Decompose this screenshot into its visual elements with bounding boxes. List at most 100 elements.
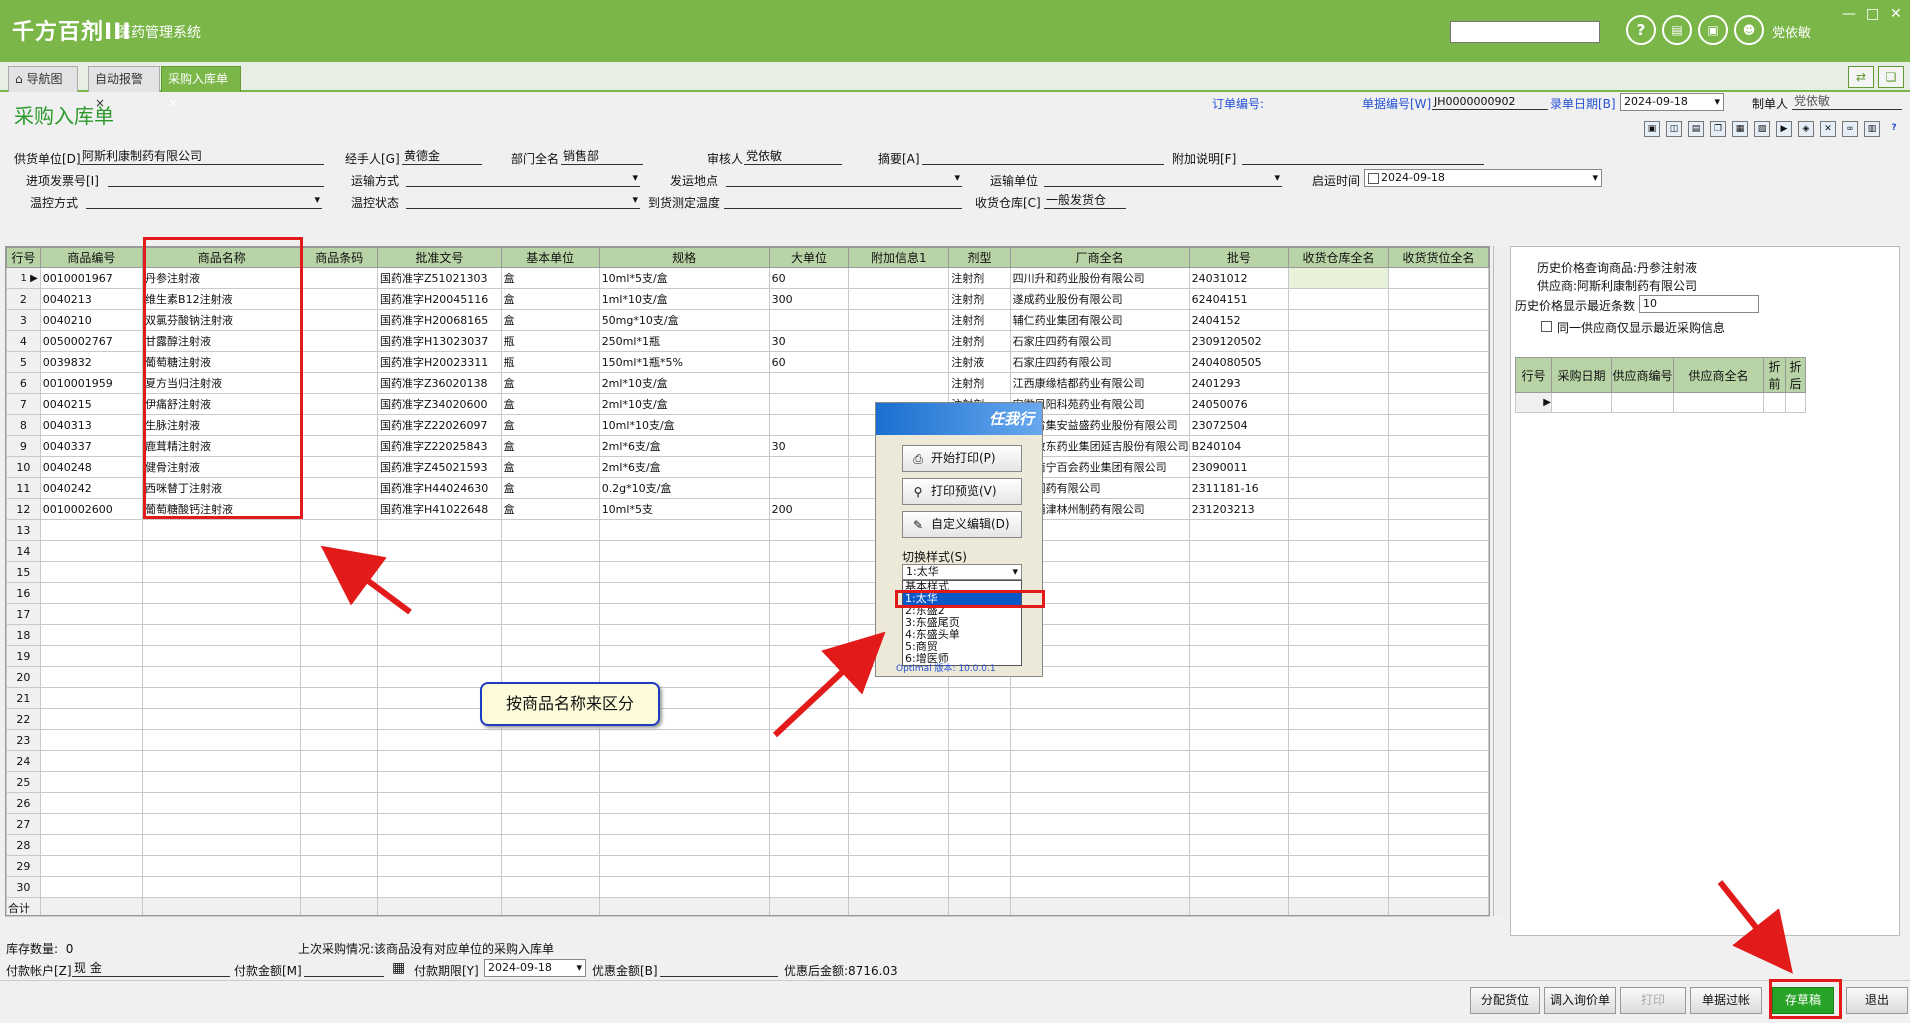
table-cell[interactable] (948, 855, 1011, 877)
column-header[interactable]: 批号 (1188, 247, 1290, 268)
table-cell[interactable] (300, 519, 378, 541)
table-cell[interactable] (39, 666, 144, 688)
table-cell[interactable] (300, 645, 378, 667)
table-cell[interactable] (39, 687, 144, 709)
table-row[interactable]: 12 0010002600 葡萄糖酸钙注射液 国药准字H41022648 盒 10ml*5… (6, 498, 1489, 520)
table-cell[interactable] (1387, 687, 1489, 709)
table-cell[interactable]: 注射剂 (948, 267, 1011, 289)
table-cell[interactable] (848, 309, 950, 331)
table-cell[interactable]: 2309120502 (1188, 330, 1290, 352)
column-header[interactable]: 收货货位全名 (1387, 247, 1489, 268)
table-cell[interactable]: 10ml*5支 (598, 498, 770, 520)
table-cell[interactable] (142, 603, 302, 625)
table-cell[interactable]: 2311181-16 (1188, 477, 1290, 499)
table-cell[interactable] (1188, 729, 1290, 751)
table-cell[interactable] (1387, 834, 1489, 856)
table-cell[interactable] (500, 645, 600, 667)
table-cell[interactable] (376, 813, 502, 835)
table-cell[interactable] (948, 771, 1011, 793)
table-cell[interactable] (768, 540, 850, 562)
table-cell[interactable] (1188, 645, 1290, 667)
table-cell[interactable]: 25 (6, 771, 41, 793)
table-cell[interactable] (300, 372, 378, 394)
column-header[interactable]: 附加信息1 (848, 247, 950, 268)
table-cell[interactable] (376, 855, 502, 877)
table-cell[interactable] (142, 750, 302, 772)
table-cell[interactable]: 国药准字Z22026097 (376, 414, 502, 436)
table-cell[interactable] (768, 372, 850, 394)
table-cell[interactable] (1387, 645, 1489, 667)
table-cell[interactable] (39, 855, 144, 877)
table-cell[interactable] (1288, 330, 1389, 352)
table-row[interactable]: 24 (6, 750, 1489, 772)
column-header[interactable]: 行号 (6, 247, 41, 268)
table-cell[interactable] (1288, 477, 1389, 499)
table-cell[interactable] (376, 624, 502, 646)
table-cell[interactable] (1288, 540, 1389, 562)
table-row[interactable]: 23 (6, 729, 1489, 751)
table-cell[interactable] (1288, 519, 1389, 541)
style-select[interactable]: 1:太华 (902, 564, 1022, 580)
table-cell[interactable] (300, 435, 378, 457)
maker-field[interactable]: 党依敏 (1792, 94, 1902, 110)
table-cell[interactable]: 国药准字H20045116 (376, 288, 502, 310)
table-cell[interactable] (1188, 876, 1290, 898)
table-cell[interactable] (376, 834, 502, 856)
table-cell[interactable] (1387, 561, 1489, 583)
table-cell[interactable]: 盒 (500, 393, 600, 415)
table-cell[interactable]: 盒 (500, 414, 600, 436)
maximize-icon[interactable]: □ (1866, 6, 1879, 22)
table-cell[interactable] (1009, 792, 1190, 814)
table-cell[interactable] (142, 624, 302, 646)
exit-button[interactable]: 退出 (1846, 987, 1908, 1014)
table-cell[interactable]: 17 (6, 603, 41, 625)
table-cell[interactable] (848, 834, 950, 856)
table-cell[interactable]: 葡萄糖注射液 (142, 351, 302, 373)
supplier-field[interactable]: 阿斯利康制药有限公司 (80, 149, 324, 165)
table-row[interactable]: 17 (6, 603, 1489, 625)
table-cell[interactable]: 注射剂 (948, 288, 1011, 310)
table-cell[interactable] (848, 372, 950, 394)
table-cell[interactable] (300, 876, 378, 898)
table-cell[interactable]: 双氯芬酸钠注射液 (142, 309, 302, 331)
table-cell[interactable]: 26 (6, 792, 41, 814)
table-cell[interactable]: 30 (768, 330, 850, 352)
table-cell[interactable] (1387, 792, 1489, 814)
table-cell[interactable]: 盒 (500, 498, 600, 520)
table-cell[interactable] (1188, 519, 1290, 541)
table-cell[interactable] (768, 771, 850, 793)
pay-amount-field[interactable] (304, 961, 384, 977)
table-cell[interactable] (39, 561, 144, 583)
table-cell[interactable]: 鹿茸精注射液 (142, 435, 302, 457)
carrier-select[interactable] (1044, 171, 1282, 187)
table-row[interactable]: 27 (6, 813, 1489, 835)
table-cell[interactable] (1288, 351, 1389, 373)
dept-field[interactable]: 销售部 (561, 149, 643, 165)
copy-icon[interactable]: ❐ (1710, 121, 1726, 137)
table-cell[interactable]: 国药准字Z45021593 (376, 456, 502, 478)
table-cell[interactable] (300, 603, 378, 625)
table-cell[interactable] (598, 603, 770, 625)
table-cell[interactable]: 10ml*10支/盒 (598, 414, 770, 436)
table-cell[interactable] (598, 645, 770, 667)
table-cell[interactable]: 注射剂 (948, 372, 1011, 394)
table-cell[interactable] (948, 729, 1011, 751)
temp-state-select[interactable] (406, 193, 640, 209)
table-cell[interactable]: 瓶 (500, 351, 600, 373)
table-cell[interactable] (1387, 456, 1489, 478)
table-cell[interactable]: 国药准字Z34020600 (376, 393, 502, 415)
table-cell[interactable] (1387, 330, 1489, 352)
table-cell[interactable] (1387, 267, 1489, 289)
close-icon[interactable]: ✕ (1890, 6, 1902, 22)
table-cell[interactable]: 2404152 (1188, 309, 1290, 331)
table-cell[interactable]: 6 (6, 372, 41, 394)
global-search-input[interactable] (1450, 21, 1600, 43)
table-cell[interactable]: 2ml*10支/盒 (598, 372, 770, 394)
table-cell[interactable] (142, 687, 302, 709)
table-cell[interactable]: 遂成药业股份有限公司 (1009, 288, 1190, 310)
column-header[interactable]: 基本单位 (500, 247, 600, 268)
table-cell[interactable]: 0040313 (39, 414, 144, 436)
table-cell[interactable] (598, 834, 770, 856)
table-cell[interactable] (300, 813, 378, 835)
table-cell[interactable] (376, 519, 502, 541)
